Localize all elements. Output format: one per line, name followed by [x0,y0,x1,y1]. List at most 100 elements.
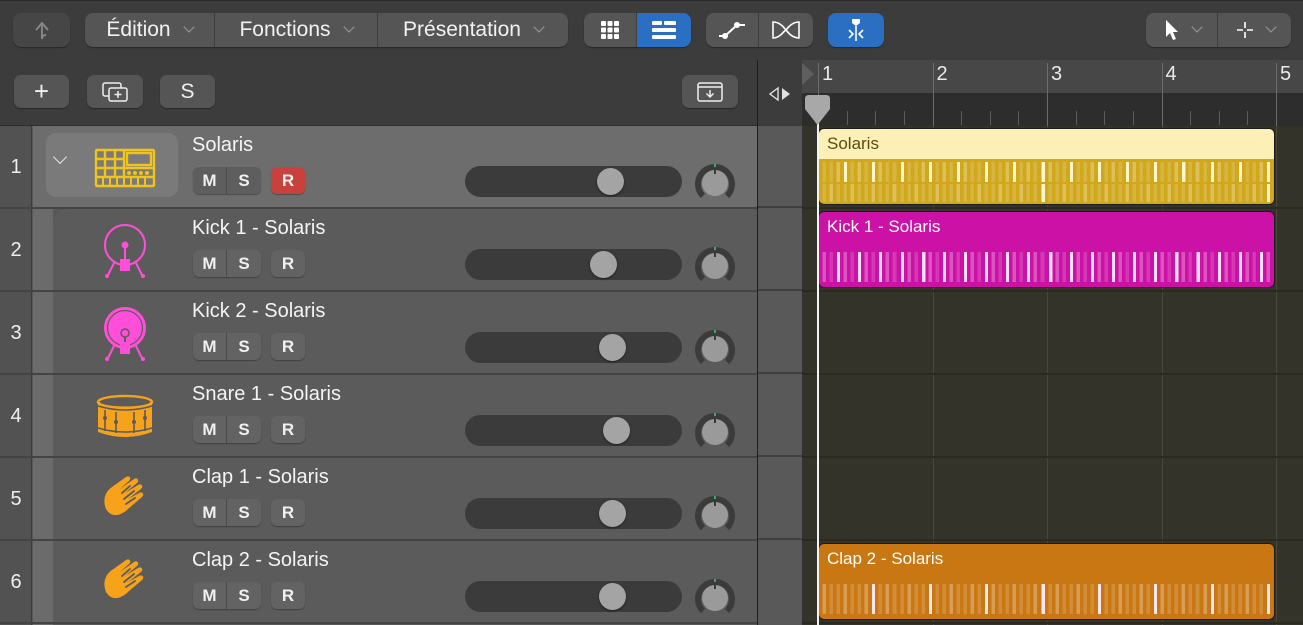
crossfade-button[interactable] [759,13,813,47]
volume-slider[interactable] [465,249,682,280]
mute-button[interactable]: M [193,416,227,443]
track-name[interactable]: Kick 1 - Solaris [192,217,325,240]
track-lane-divider [802,207,1303,209]
row-divider [0,622,757,624]
volume-slider-thumb[interactable] [599,334,626,361]
record-enable-button[interactable]: R [271,499,305,526]
midi-region[interactable]: Clap 2 - Solaris [818,543,1275,620]
pan-knob[interactable] [694,493,736,535]
playhead-handle-icon[interactable] [803,95,832,125]
midi-step [954,252,962,282]
solo-button[interactable]: S [227,416,261,443]
pan-knob[interactable] [694,410,736,452]
crosshair-tool-icon [1236,22,1253,38]
midi-step [961,252,969,282]
volume-slider-thumb[interactable] [599,583,626,610]
solo-button[interactable]: S [227,582,261,609]
solo-button[interactable]: S [227,333,261,360]
midi-step [1215,252,1223,282]
back-button[interactable] [13,13,70,47]
menu-edition[interactable]: Édition [85,13,215,47]
track-header[interactable]: 4 Snare 1 - Solaris M S R [0,375,757,458]
mute-button[interactable]: M [193,582,227,609]
solo-button[interactable]: S [227,167,261,194]
duplicate-track-button[interactable] [87,75,143,108]
secondary-tool-menu[interactable] [1218,13,1291,47]
volume-slider[interactable] [465,166,682,197]
midi-region[interactable]: Solaris [818,128,1275,205]
midi-region[interactable]: Kick 1 - Solaris [818,211,1275,288]
midi-step [891,162,899,182]
record-enable-button[interactable]: R [271,167,305,194]
midi-step [1060,184,1068,202]
track-header[interactable]: 6 Clap 2 - Solaris M S R [0,541,757,624]
automation-button[interactable] [706,13,759,47]
menu-fonctions[interactable]: Fonctions [215,13,378,47]
mute-button[interactable]: M [193,499,227,526]
midi-step [1236,584,1244,614]
menu-presentation[interactable]: Présentation [378,13,568,47]
cycle-start-flag-icon[interactable] [802,63,814,85]
volume-slider[interactable] [465,415,682,446]
volume-slider[interactable] [465,498,682,529]
track-header[interactable]: 5 Clap 1 - Solaris M S R [0,458,757,541]
midi-step [1208,252,1216,282]
solo-button[interactable]: S [227,499,261,526]
playhead[interactable] [817,96,819,625]
beat-tick [1018,111,1020,125]
midi-step [1060,162,1068,182]
solo-button[interactable]: S [227,250,261,277]
midi-step [1018,162,1026,182]
tracks-area[interactable]: 1 2 3 4 5 Solaris Kick 1 - Solaris Clap 2 - So… [802,60,1303,625]
track-name[interactable]: Clap 2 - Solaris [192,549,329,572]
mute-button[interactable]: M [193,250,227,277]
record-enable-button[interactable]: R [271,416,305,443]
track-header[interactable]: 3 Kick 2 - Solaris M S R [0,292,757,375]
volume-slider-thumb[interactable] [597,168,624,195]
list-view-button[interactable] [637,13,691,47]
mute-button[interactable]: M [193,333,227,360]
volume-slider[interactable] [465,332,682,363]
track-header[interactable]: 1 Solaris M S R [0,126,757,209]
track-buttons: M S R [193,167,305,194]
midi-step [1215,162,1223,182]
volume-slider[interactable] [465,581,682,612]
record-enable-button[interactable]: R [271,250,305,277]
grid-view-button[interactable] [584,13,637,47]
bar-gridline [1276,126,1277,625]
track-header[interactable]: 2 Kick 1 - Solaris M S R [0,209,757,292]
record-enable-button[interactable]: R [271,333,305,360]
mute-button[interactable]: M [193,167,227,194]
volume-slider-thumb[interactable] [603,417,630,444]
pointer-tool-menu[interactable] [1146,13,1218,47]
main-toolbar: Édition Fonctions Présentation [0,0,1303,60]
midi-step [863,184,871,202]
snap-align-button[interactable] [828,13,884,47]
midi-step [905,184,913,202]
expand-collapse-arrows-icon[interactable] [767,86,795,102]
midi-step [1194,184,1202,202]
download-button[interactable] [682,75,738,108]
midi-step [1039,184,1047,202]
ruler[interactable]: 1 2 3 4 5 [802,60,1303,126]
pan-knob[interactable] [694,161,736,203]
midi-step [842,162,850,182]
midi-step [1081,184,1089,202]
pan-knob[interactable] [694,244,736,286]
record-enable-button[interactable]: R [271,582,305,609]
midi-step [898,584,906,614]
track-name[interactable]: Clap 1 - Solaris [192,466,329,489]
add-track-button[interactable]: + [14,75,69,108]
midi-step [1138,184,1146,202]
midi-step [863,252,871,282]
midi-step [849,252,857,282]
track-name[interactable]: Snare 1 - Solaris [192,383,341,406]
global-solo-button[interactable]: S [160,75,215,108]
track-name[interactable]: Kick 2 - Solaris [192,300,325,323]
volume-slider-thumb[interactable] [590,251,617,278]
track-list: 1 Solaris M S R 2 Kick 1 - Solaris M S R… [0,126,757,625]
pan-knob[interactable] [694,327,736,369]
track-name[interactable]: Solaris [192,134,253,157]
volume-slider-thumb[interactable] [599,500,626,527]
pan-knob[interactable] [694,576,736,618]
